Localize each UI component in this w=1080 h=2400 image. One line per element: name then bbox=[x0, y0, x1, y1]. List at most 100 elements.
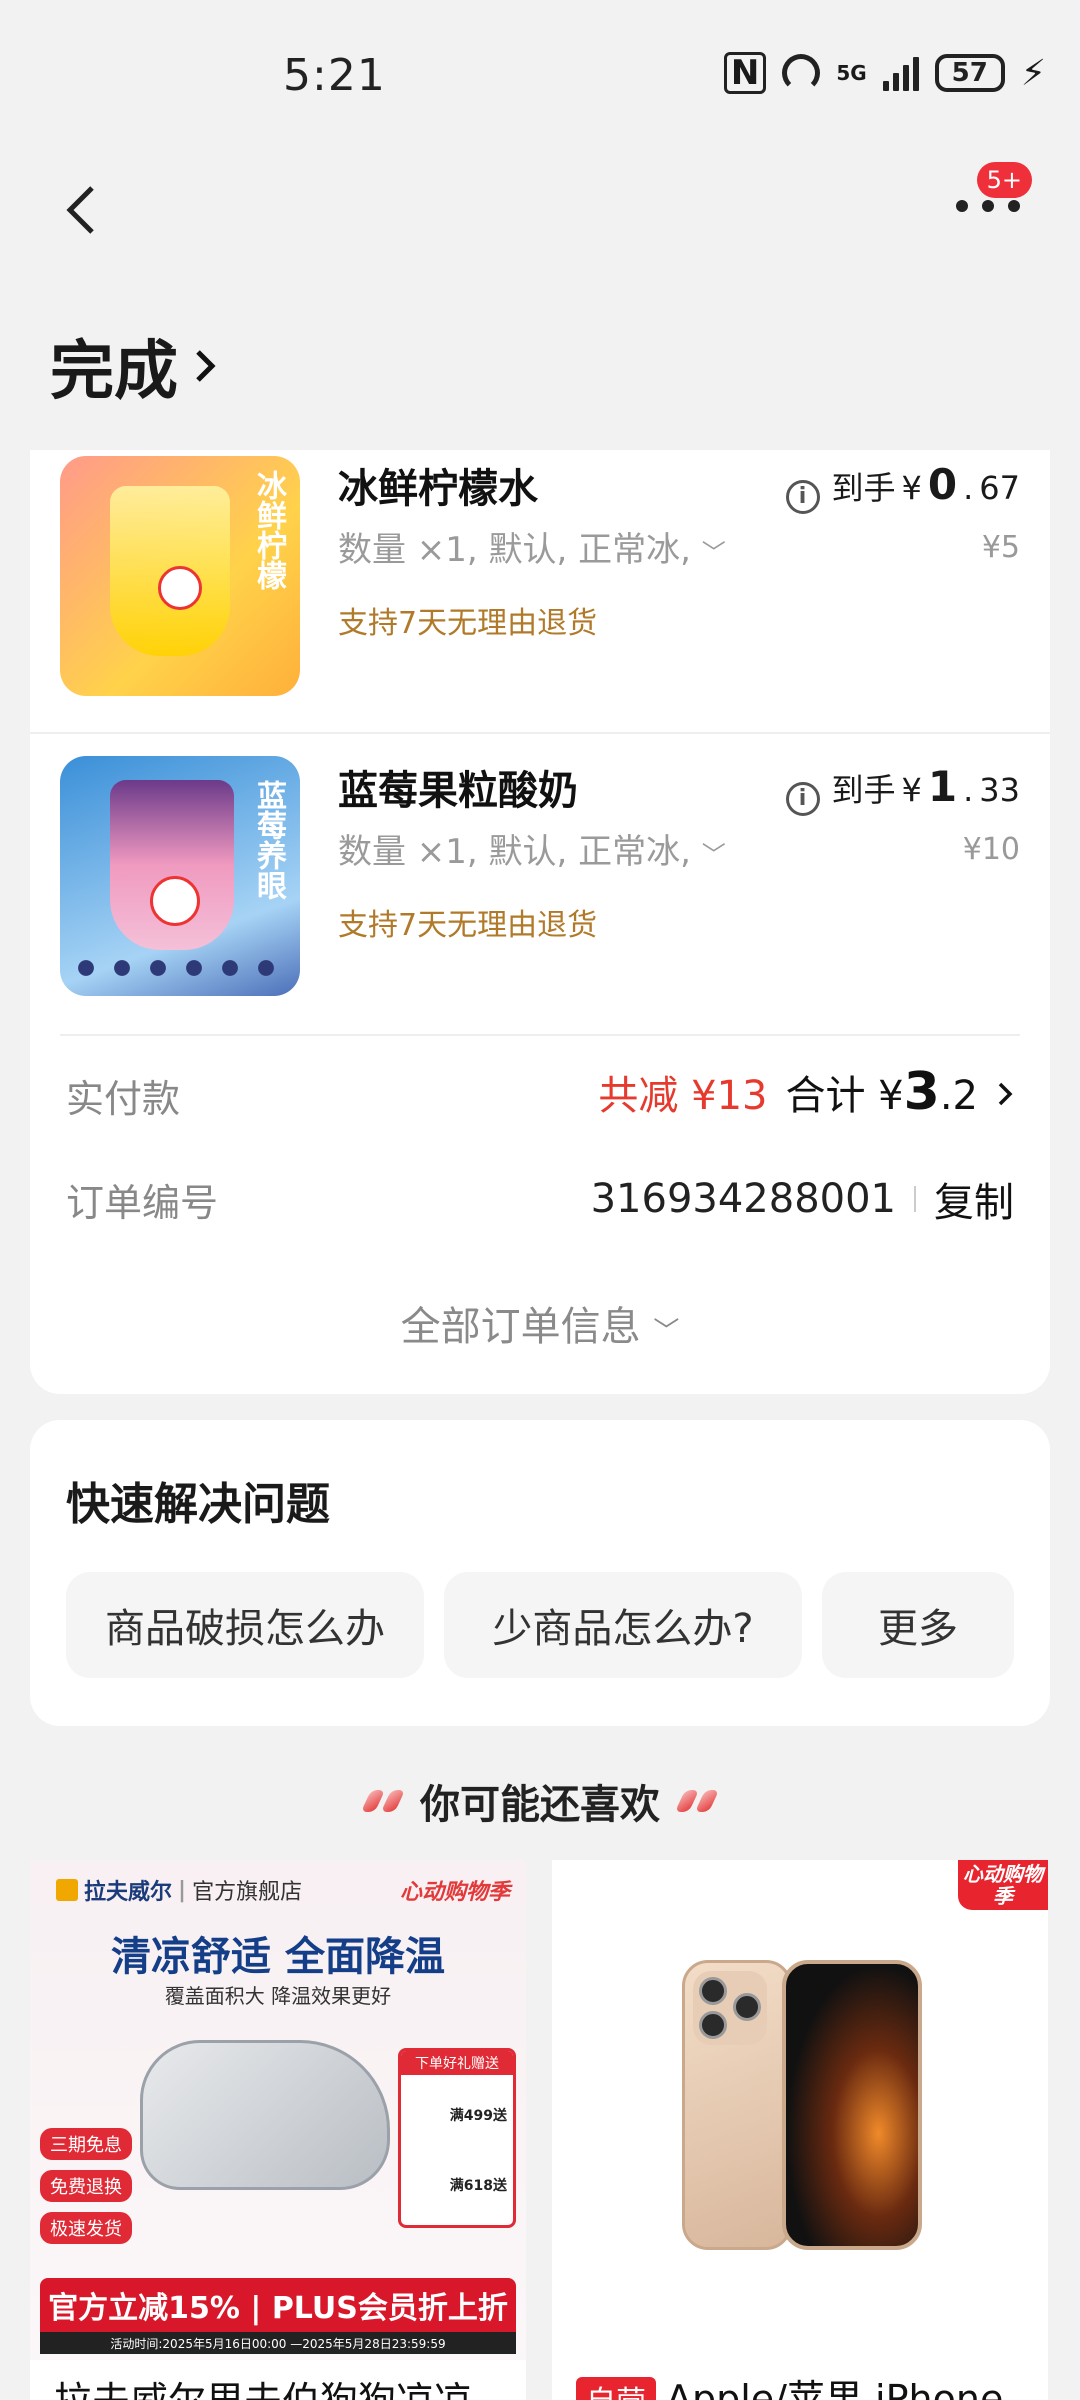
notification-badge: 5+ bbox=[976, 162, 1032, 198]
product-name-text: Apple/苹果 iPhone bbox=[666, 2377, 1004, 2400]
price-decimal: 33 bbox=[979, 771, 1020, 809]
chevron-left-icon bbox=[66, 186, 94, 234]
payment-total[interactable]: 共减 ¥13 合计 ¥3.2 bbox=[598, 1062, 1014, 1122]
ad-subline: 覆盖面积大 降温效果更好 bbox=[164, 1984, 392, 2008]
price-int: 1 bbox=[927, 762, 958, 811]
price-int: 0 bbox=[927, 460, 958, 509]
page-title-text: 完成 bbox=[50, 335, 178, 409]
status-time: 5:21 bbox=[283, 50, 386, 101]
price-label: 到手 bbox=[831, 469, 896, 507]
signal-icon bbox=[882, 55, 919, 91]
status-icons: N 5G 57 ⚡ bbox=[723, 52, 1046, 94]
phone-back-image bbox=[682, 1960, 792, 2250]
recommend-title-text: 你可能还喜欢 bbox=[420, 1782, 660, 1828]
side-tags: 三期免息 免费退换 极速发货 bbox=[40, 2128, 132, 2244]
paid-label: 实付款 bbox=[66, 1077, 181, 1121]
copy-button[interactable]: 复制 bbox=[934, 1170, 1014, 1228]
phone-front-image bbox=[782, 1960, 922, 2250]
product-vest-graphic bbox=[140, 2040, 390, 2190]
order-card: 冰鲜柠檬 冰鲜柠檬水 数量 ×1, 默认, 正常冰, ﹀ 支持7天无理由退货 i… bbox=[30, 450, 1050, 1394]
total-decimal: .2 bbox=[939, 1073, 978, 1119]
total-amount: 合计 ¥3.2 bbox=[785, 1062, 978, 1122]
price-currency: ¥ bbox=[901, 771, 922, 809]
self-operated-tag: 自营 bbox=[576, 2377, 656, 2400]
return-policy: 支持7天无理由退货 bbox=[338, 606, 598, 641]
gift-2: 满618送 bbox=[449, 2178, 507, 2194]
order-number: 316934288001 bbox=[590, 1176, 896, 1222]
store-name: 官方旗舰店 bbox=[192, 1880, 303, 1905]
chevron-down-icon: ﹀ bbox=[653, 1317, 680, 1347]
quick-solve-title: 快速解决问题 bbox=[66, 1479, 330, 1530]
quick-solve-card: 快速解决问题 商品破损怎么办 少商品怎么办? 更多 bbox=[30, 1420, 1050, 1726]
chevron-down-icon: ﹀ bbox=[701, 841, 726, 869]
brand-row: 拉夫威尔 | 官方旗舰店 bbox=[56, 1874, 302, 1906]
price-dot: . bbox=[963, 771, 974, 809]
brand-sep: | bbox=[178, 1877, 187, 1903]
item-price[interactable]: i 到手 ¥1. 33 bbox=[785, 762, 1020, 816]
item-name: 冰鲜柠檬水 bbox=[338, 466, 538, 512]
gift-box: 下单好礼赠送 满499送 满618送 bbox=[398, 2048, 516, 2228]
missing-goods-button[interactable]: 少商品怎么办? bbox=[444, 1572, 802, 1678]
recommend-title: 你可能还喜欢 bbox=[0, 1772, 1080, 1830]
all-order-info-button[interactable]: 全部订单信息 ﹀ bbox=[30, 1294, 1050, 1352]
thumbnail-caption: 冰鲜柠檬 bbox=[251, 470, 286, 590]
chevron-down-icon: ﹀ bbox=[701, 539, 726, 567]
more-button[interactable]: 更多 bbox=[822, 1572, 1014, 1678]
item-price[interactable]: i 到手 ¥0. 67 bbox=[785, 460, 1020, 514]
divider bbox=[30, 732, 1050, 734]
brand-name: 拉夫威尔 bbox=[84, 1880, 173, 1905]
info-icon: i bbox=[785, 781, 820, 816]
original-price: ¥10 bbox=[962, 832, 1020, 867]
original-price: ¥5 bbox=[981, 530, 1020, 565]
promo-time: 活动时间:2025年5月16日00:00 —2025年5月28日23:59:59 bbox=[40, 2332, 516, 2354]
side-tag: 三期免息 bbox=[40, 2128, 132, 2160]
all-order-info-text: 全部订单信息 bbox=[400, 1304, 641, 1350]
gift-title: 下单好礼赠送 bbox=[401, 2051, 513, 2075]
damaged-goods-button[interactable]: 商品破损怎么办 bbox=[66, 1572, 424, 1678]
info-icon: i bbox=[785, 479, 820, 514]
price-label: 到手 bbox=[831, 771, 896, 809]
promo-tag: 心动购物季 bbox=[958, 1860, 1048, 1910]
order-number-label: 订单编号 bbox=[66, 1181, 219, 1225]
product-thumbnail: 冰鲜柠檬 bbox=[60, 456, 300, 696]
discount-amount: 共减 ¥13 bbox=[598, 1073, 768, 1119]
nfc-icon: N bbox=[723, 52, 767, 94]
return-policy: 支持7天无理由退货 bbox=[338, 908, 598, 943]
back-button[interactable] bbox=[60, 180, 100, 244]
product-name: 拉夫威尔里夫伯狗狗凉凉 bbox=[54, 2370, 472, 2400]
divider bbox=[60, 1034, 1020, 1036]
brand-logo-icon bbox=[56, 1879, 78, 1901]
more-button[interactable] bbox=[956, 200, 1020, 212]
thumbnail-caption: 蓝莓养眼 bbox=[251, 780, 286, 900]
promo-banner: 官方立减15% | PLUS会员折上折 bbox=[40, 2278, 516, 2332]
ad-headline: 清凉舒适 全面降温 bbox=[111, 1934, 445, 1980]
charging-icon: ⚡ bbox=[1020, 52, 1046, 94]
promo-tag: 心动购物季 bbox=[399, 1880, 510, 1905]
item-spec-text: 数量 ×1, 默认, 正常冰, bbox=[338, 530, 691, 570]
product-image: 拉夫威尔 | 官方旗舰店 心动购物季 清凉舒适 全面降温 覆盖面积大 降温效果更… bbox=[30, 1860, 526, 2360]
decor-stripe-icon bbox=[360, 1790, 406, 1812]
order-item[interactable]: 蓝莓养眼 蓝莓果粒酸奶 数量 ×1, 默认, 正常冰, ﹀ 支持7天无理由退货 … bbox=[30, 752, 1050, 1054]
decor-stripe-icon bbox=[674, 1790, 720, 1812]
item-spec[interactable]: 数量 ×1, 默认, 正常冰, ﹀ bbox=[338, 522, 726, 571]
recommend-product-card[interactable]: 拉夫威尔 | 官方旗舰店 心动购物季 清凉舒适 全面降温 覆盖面积大 降温效果更… bbox=[30, 1860, 526, 2400]
battery-icon: 57 bbox=[934, 54, 1005, 92]
gift-1: 满499送 bbox=[449, 2108, 507, 2124]
chevron-right-icon bbox=[196, 350, 216, 382]
price-decimal: 67 bbox=[979, 469, 1020, 507]
product-name: 自营 Apple/苹果 iPhone bbox=[576, 2368, 1003, 2400]
recommend-product-card[interactable]: 心动购物季 自营 Apple/苹果 iPhone bbox=[552, 1860, 1048, 2400]
order-item[interactable]: 冰鲜柠檬 冰鲜柠檬水 数量 ×1, 默认, 正常冰, ﹀ 支持7天无理由退货 i… bbox=[30, 450, 1050, 752]
page-title[interactable]: 完成 bbox=[50, 320, 218, 412]
item-spec[interactable]: 数量 ×1, 默认, 正常冰, ﹀ bbox=[338, 824, 726, 873]
total-int: 3 bbox=[903, 1062, 940, 1122]
order-number-row: 316934288001 复制 bbox=[591, 1170, 1014, 1228]
hotspot-icon bbox=[782, 54, 821, 92]
network-label: 5G bbox=[836, 61, 867, 85]
chevron-right-icon bbox=[998, 1082, 1013, 1106]
product-thumbnail: 蓝莓养眼 bbox=[60, 756, 300, 996]
price-currency: ¥ bbox=[901, 469, 922, 507]
item-name: 蓝莓果粒酸奶 bbox=[338, 768, 578, 814]
separator bbox=[914, 1186, 916, 1212]
battery-level: 57 bbox=[951, 58, 988, 88]
